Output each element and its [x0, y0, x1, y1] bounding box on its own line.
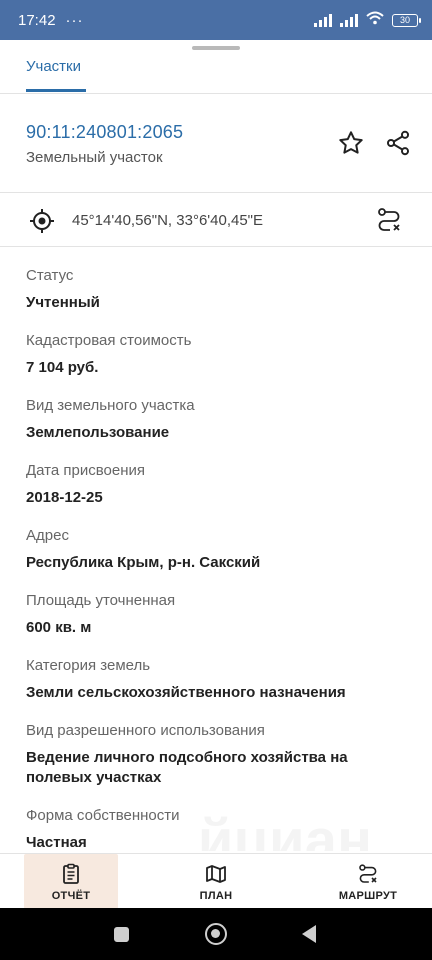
parcel-details: йциан Статус Учтенный Кадастровая стоимо… — [0, 247, 432, 851]
tab-bar: Участки — [0, 40, 432, 94]
cadastral-number: 90:11:240801:2065 — [26, 122, 184, 142]
map-icon — [206, 864, 226, 883]
field-area: Площадь уточненная 600 кв. м — [0, 572, 432, 637]
field-value: 600 кв. м — [26, 619, 92, 636]
parcel-header: 90:11:240801:2065 Земельный участок — [0, 94, 432, 193]
field-assignment-date: Дата присвоения 2018-12-25 — [0, 442, 432, 507]
battery-icon: 30 — [392, 13, 421, 27]
route-button[interactable]: МАРШРУТ — [318, 854, 418, 909]
field-value: 2018-12-25 — [26, 489, 103, 506]
share-button[interactable] — [381, 126, 415, 160]
field-label: Категория земель — [26, 657, 151, 674]
field-permitted-use: Вид разрешенного использования Ведение л… — [0, 702, 432, 787]
field-label: Адрес — [26, 527, 69, 544]
share-icon — [386, 130, 410, 156]
back-icon[interactable] — [302, 925, 316, 943]
home-icon[interactable] — [205, 923, 227, 945]
field-label: Вид разрешенного использования — [26, 722, 265, 739]
coordinates-row: 45°14'40,56"N, 33°6'40,45"E — [0, 193, 432, 247]
plan-button[interactable]: ПЛАН — [170, 854, 262, 909]
field-label: Вид земельного участка — [26, 397, 195, 414]
field-label: Статус — [26, 267, 74, 284]
field-value: Частная — [26, 834, 87, 851]
star-icon — [339, 131, 363, 154]
report-button[interactable]: ОТЧЁТ — [24, 854, 118, 909]
status-icons: 30 — [314, 11, 421, 29]
route-icon — [359, 863, 377, 883]
wifi-icon — [366, 11, 384, 29]
field-ownership: Форма собственности Частная — [0, 787, 432, 851]
field-value: Ведение личного подсобного хозяйства на … — [26, 749, 348, 786]
parcel-type: Земельный участок — [26, 149, 163, 166]
report-label: ОТЧЁТ — [51, 889, 91, 902]
plan-label: ПЛАН — [199, 889, 233, 902]
status-bar: 17:42 ··· 30 — [0, 0, 432, 40]
field-address: Адрес Республика Крым, р-н. Сакский — [0, 507, 432, 572]
location-target-icon[interactable] — [28, 207, 56, 235]
field-label: Площадь уточненная — [26, 592, 176, 609]
favorite-button[interactable] — [334, 126, 368, 160]
field-land-kind: Вид земельного участка Землепользование — [0, 377, 432, 442]
tab-indicator — [26, 89, 86, 92]
field-label: Форма собственности — [26, 807, 180, 824]
field-value: Республика Крым, р-н. Сакский — [26, 554, 261, 571]
field-label: Кадастровая стоимость — [26, 332, 192, 349]
field-cadastral-cost: Кадастровая стоимость 7 104 руб. — [0, 312, 432, 377]
bottom-action-bar: ОТЧЁТ ПЛАН МАРШРУТ — [0, 853, 432, 909]
recents-icon[interactable] — [114, 927, 129, 942]
field-value: Земли сельскохозяйственного назначения — [26, 684, 346, 701]
notification-dots: ··· — [65, 11, 84, 29]
system-navigation-bar — [0, 908, 432, 960]
tab-parcels[interactable]: Участки — [26, 58, 81, 75]
route-label: МАРШРУТ — [338, 889, 398, 902]
field-value: 7 104 руб. — [26, 359, 99, 376]
field-status: Статус Учтенный — [0, 247, 432, 312]
field-land-category: Категория земель Земли сельскохозяйствен… — [0, 637, 432, 702]
status-time: 17:42 — [18, 11, 56, 29]
route-icon[interactable] — [374, 205, 404, 235]
field-value: Землепользование — [26, 424, 170, 441]
signal-icon — [314, 13, 332, 27]
field-label: Дата присвоения — [26, 462, 145, 479]
bottom-sheet: Участки 90:11:240801:2065 Земельный учас… — [0, 40, 432, 909]
signal-2-icon — [340, 13, 358, 27]
report-icon — [63, 863, 79, 884]
coordinates-text[interactable]: 45°14'40,56"N, 33°6'40,45"E — [72, 212, 263, 229]
field-value: Учтенный — [26, 294, 100, 311]
